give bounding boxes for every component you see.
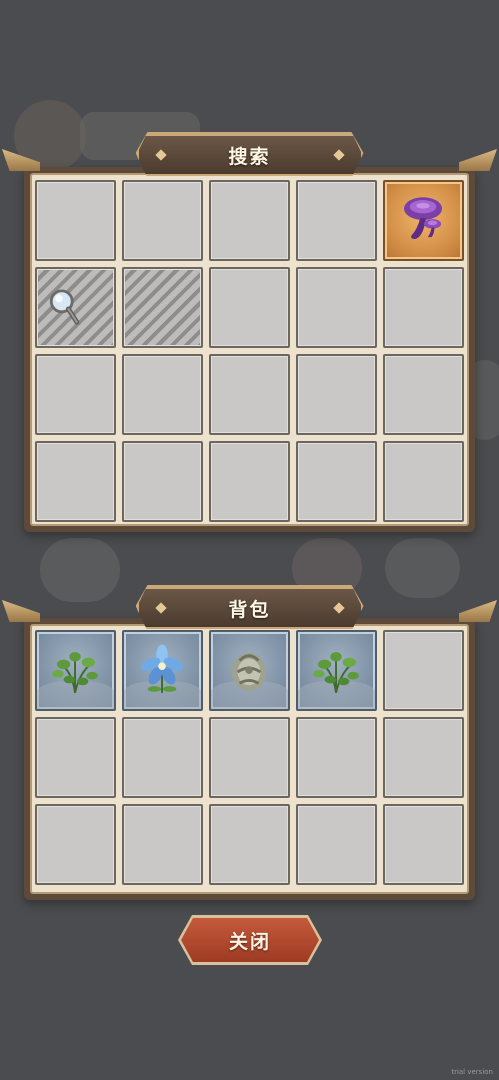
game-screen: 搜索 背包 关闭 trial version [0,0,499,1080]
search-slot[interactable] [209,267,290,348]
search-slot[interactable] [296,441,377,522]
search-slot[interactable] [122,354,203,435]
bag-slot[interactable] [296,804,377,885]
bag-slot-item[interactable] [35,630,116,711]
panel-ornament [2,600,40,622]
search-slot[interactable] [122,180,203,261]
search-slot[interactable] [383,441,464,522]
panel-ornament [459,600,497,622]
bag-slot[interactable] [122,717,203,798]
search-panel-title: 搜索 [228,145,271,168]
bag-panel-title: 背包 [228,598,271,621]
search-slot[interactable] [209,354,290,435]
bag-grid [35,630,464,885]
bag-slot[interactable] [296,717,377,798]
search-slot[interactable] [296,354,377,435]
diamond-ornament-icon [155,149,166,160]
green-herb-icon [313,651,359,694]
magnifying-glass-icon [49,289,80,325]
search-grid [35,180,464,522]
close-button-face[interactable]: 关闭 [181,918,319,962]
panel-ornament [459,149,497,171]
search-slot[interactable] [35,180,116,261]
bag-slot-item[interactable] [122,630,203,711]
search-slot-searching[interactable] [35,267,116,348]
search-slot[interactable] [209,180,290,261]
diamond-ornament-icon [333,149,344,160]
grey-stone-bug-icon [231,652,267,691]
search-slot[interactable] [35,354,116,435]
green-herb-icon [52,651,98,694]
search-slot[interactable] [209,441,290,522]
search-slot[interactable] [296,267,377,348]
search-title-plate: 搜索 [137,134,363,176]
bag-slot[interactable] [35,717,116,798]
search-slot[interactable] [383,267,464,348]
search-slot-item[interactable] [383,180,464,261]
search-slot[interactable] [296,180,377,261]
search-slot[interactable] [122,441,203,522]
bag-slot-item[interactable] [296,630,377,711]
background-decoration [40,538,120,602]
search-slot-searching[interactable] [122,267,203,348]
trial-version-watermark: trial version [451,1068,493,1076]
bag-slot[interactable] [209,804,290,885]
background-decoration [385,538,460,598]
bag-slot[interactable] [383,804,464,885]
diamond-ornament-icon [155,602,166,613]
bag-slot[interactable] [209,717,290,798]
search-slot[interactable] [35,441,116,522]
bag-slot[interactable] [383,630,464,711]
blue-flower-icon [140,644,184,693]
bag-slot[interactable] [122,804,203,885]
diamond-ornament-icon [333,602,344,613]
close-button-label: 关闭 [228,930,271,953]
search-slot[interactable] [383,354,464,435]
bag-slot[interactable] [383,717,464,798]
bag-title-plate: 背包 [137,587,363,629]
close-button[interactable]: 关闭 [178,915,322,965]
bag-slot-item[interactable] [209,630,290,711]
bag-slot[interactable] [35,804,116,885]
purple-lingzhi-mushroom-icon [404,197,443,240]
